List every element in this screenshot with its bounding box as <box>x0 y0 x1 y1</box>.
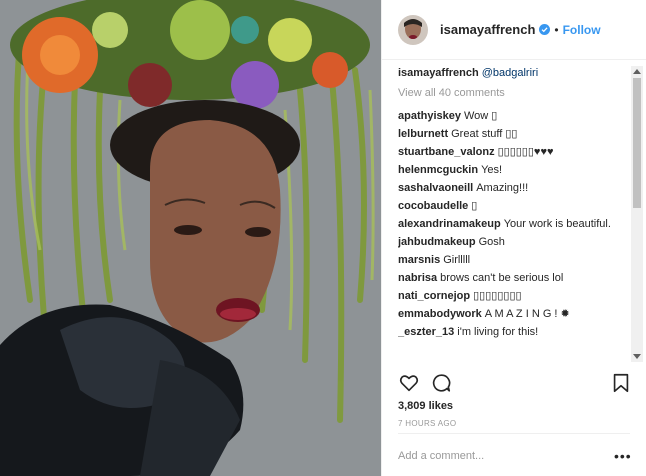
verified-badge-icon <box>539 24 551 35</box>
comment-username[interactable]: sashalvaoneill <box>398 182 473 194</box>
comment-text: A M A Z I N G ! ✹ <box>484 308 570 320</box>
likes-count[interactable]: 3,809 likes <box>398 400 453 412</box>
comment-username[interactable]: cocobaudelle <box>398 200 468 212</box>
heart-icon[interactable] <box>398 372 420 394</box>
view-all-comments-link[interactable]: View all 40 comments <box>398 86 630 100</box>
add-comment-input[interactable]: Add a comment... <box>398 450 484 462</box>
post-actions <box>398 372 630 396</box>
follow-button[interactable]: Follow <box>563 23 601 37</box>
comment-item: marsnis Girlllll <box>398 253 630 267</box>
comment-text: Amazing!!! <box>476 182 529 194</box>
comment-username[interactable]: nati_cornejop <box>398 290 470 302</box>
comment-text: ▯ <box>471 200 478 212</box>
post-side-panel: isamayaffrench • Follow isamayaffrench @b… <box>381 0 646 476</box>
comment-username[interactable]: helenmcguckin <box>398 164 478 176</box>
comments-scrollbar[interactable] <box>631 66 643 362</box>
comment-text: Gosh <box>478 236 505 248</box>
comment-item: helenmcguckin Yes! <box>398 163 630 177</box>
caption-username[interactable]: isamayaffrench <box>398 67 479 79</box>
comment-text: Your work is beautiful. <box>503 218 611 230</box>
comment-text: ▯▯▯▯▯▯▯▯ <box>473 290 522 302</box>
comment-item: nati_cornejop ▯▯▯▯▯▯▯▯ <box>398 289 630 303</box>
comment-item: jahbudmakeup Gosh <box>398 235 630 249</box>
post-timestamp[interactable]: 7 HOURS AGO <box>398 419 456 428</box>
post-photo[interactable] <box>0 0 381 476</box>
comment-item: emmabodywork A M A Z I N G ! ✹ <box>398 307 630 321</box>
comment-username[interactable]: lelburnett <box>398 128 448 140</box>
comment-item: cocobaudelle ▯ <box>398 199 630 213</box>
scroll-up-arrow-icon[interactable] <box>633 69 641 74</box>
comment-item: alexandrinamakeup Your work is beautiful. <box>398 217 630 231</box>
caption: isamayaffrench @badgalriri <box>398 66 630 80</box>
comment-item: sashalvaoneill Amazing!!! <box>398 181 630 195</box>
more-options-icon[interactable]: ••• <box>614 448 632 464</box>
avatar[interactable] <box>398 14 428 45</box>
scroll-down-arrow-icon[interactable] <box>633 354 641 359</box>
avatar-image <box>398 14 428 45</box>
comment-text: ▯▯▯▯▯▯♥♥♥ <box>497 146 554 158</box>
caption-mention[interactable]: @badgalriri <box>482 67 538 79</box>
comment-text: brows can't be serious lol <box>440 272 564 284</box>
post-header: isamayaffrench • Follow <box>382 0 646 60</box>
comment-text: Great stuff ▯▯ <box>451 128 518 140</box>
comment-item: lelburnett Great stuff ▯▯ <box>398 127 630 141</box>
comment-text: Wow ▯ <box>463 110 498 122</box>
comment-text: i'm living for this! <box>457 326 539 338</box>
comment-username[interactable]: stuartbane_valonz <box>398 146 495 158</box>
comment-item: nabrisa brows can't be serious lol <box>398 271 630 285</box>
comment-username[interactable]: alexandrinamakeup <box>398 218 501 230</box>
comment-item: _eszter_13 i'm living for this! <box>398 325 630 339</box>
comment-item: apathyiskey Wow ▯ <box>398 109 630 123</box>
comment-username[interactable]: apathyiskey <box>398 110 461 122</box>
comment-username[interactable]: emmabodywork <box>398 308 482 320</box>
comment-username[interactable]: _eszter_13 <box>398 326 454 338</box>
comment-username[interactable]: nabrisa <box>398 272 437 284</box>
comments-list: isamayaffrench @badgalriri View all 40 co… <box>398 66 630 366</box>
comment-username[interactable]: jahbudmakeup <box>398 236 476 248</box>
portrait-image <box>0 0 381 476</box>
comment-item: stuartbane_valonz ▯▯▯▯▯▯♥♥♥ <box>398 145 630 159</box>
comment-icon[interactable] <box>430 372 452 394</box>
comment-text: Girlllll <box>443 254 471 266</box>
scrollbar-thumb[interactable] <box>633 78 641 208</box>
bookmark-icon[interactable] <box>610 372 632 394</box>
comment-text: Yes! <box>481 164 503 176</box>
username-link[interactable]: isamayaffrench <box>440 22 535 37</box>
separator-dot: • <box>554 22 559 37</box>
comment-username[interactable]: marsnis <box>398 254 440 266</box>
divider <box>398 433 630 434</box>
